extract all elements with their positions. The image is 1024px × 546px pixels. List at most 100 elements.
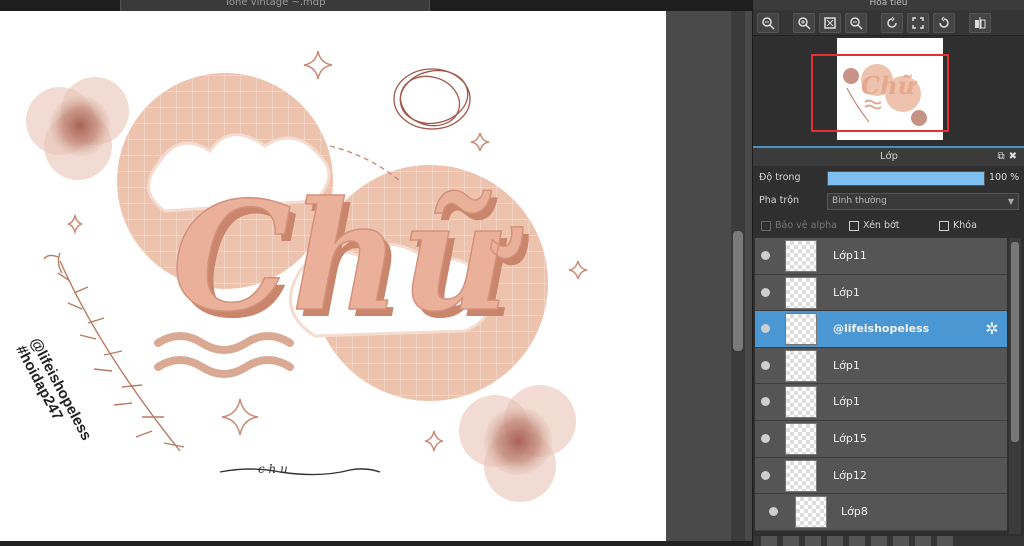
canvas-vertical-scrollbar[interactable]	[731, 11, 745, 541]
layer-row[interactable]: Lớp8	[755, 494, 1007, 531]
clear-layer-icon[interactable]	[849, 536, 865, 546]
move-layer-icon[interactable]	[915, 536, 931, 546]
visibility-eye-icon[interactable]	[761, 470, 770, 480]
layer-thumbnail	[785, 349, 817, 382]
visibility-eye-icon[interactable]	[761, 324, 770, 334]
visibility-eye-icon[interactable]	[761, 397, 770, 407]
rotate-right-button[interactable]	[933, 12, 955, 33]
layer-row[interactable]: Lớp1	[755, 347, 1007, 385]
folder-icon[interactable]	[871, 536, 887, 546]
zoom-in-icon	[798, 16, 811, 30]
signature-line	[219, 468, 381, 476]
navigator-title: Hoa tiêu	[753, 0, 1024, 10]
fern-branch	[43, 252, 185, 452]
layer-name: Lớp15	[833, 431, 867, 445]
scribble-circle	[393, 68, 471, 130]
close-icon[interactable]: ✖	[1009, 151, 1021, 162]
canvas-area: Tone vintage ~.mdp @lifeishopeless #hoid…	[0, 0, 752, 546]
gear-icon[interactable]: ✲	[983, 320, 1001, 338]
layer-settings-icon[interactable]	[893, 536, 909, 546]
navigator-preview[interactable]: Chữ	[753, 36, 1024, 142]
layer-options-row: Bảo vệ alpha Xén bớt Khóa	[753, 216, 1024, 236]
merge-down-icon[interactable]	[827, 536, 843, 546]
zoom-in-button[interactable]	[793, 12, 815, 33]
layer-row[interactable]: Lớp15	[755, 420, 1007, 458]
rotate-right-icon	[939, 16, 949, 28]
visibility-eye-icon[interactable]	[761, 251, 770, 260]
blend-mode-select[interactable]: Bình thường ▼	[827, 193, 1019, 210]
zoom-fit-icon	[762, 16, 775, 30]
layer-row-selected[interactable]: @lifeishopeless ✲	[755, 311, 1007, 348]
opacity-slider[interactable]	[827, 171, 985, 186]
checkbox-box	[849, 220, 859, 231]
layer-name: Lớp1	[833, 285, 860, 299]
layer-bottom-toolbar	[753, 536, 1024, 546]
duplicate-layer-icon[interactable]	[805, 536, 821, 546]
layer-thumbnail	[785, 276, 817, 309]
layer-thumbnail	[785, 459, 817, 492]
signature-text: c h u	[258, 462, 288, 476]
fit-window-icon	[824, 16, 836, 29]
layer-row[interactable]: Lớp1	[755, 274, 1007, 312]
undock-icon[interactable]: ⧉	[997, 151, 1008, 162]
layer-thumbnail	[785, 386, 817, 419]
opacity-value: 100 %	[989, 172, 1020, 183]
layer-thumbnail	[785, 313, 817, 346]
visibility-eye-icon[interactable]	[761, 287, 770, 297]
rotate-left-button[interactable]	[881, 12, 903, 33]
fullscreen-icon	[912, 16, 924, 29]
blend-mode-value: Bình thường	[832, 196, 887, 206]
bloom-bottom-right	[459, 385, 576, 502]
app-window: Tone vintage ~.mdp @lifeishopeless #hoid…	[0, 0, 1024, 546]
zoom-out-button[interactable]	[845, 12, 867, 33]
layer-name: Lớp11	[833, 249, 867, 262]
artwork-svg: @lifeishopeless #hoidap247 Chữ Chữ c h u	[12, 50, 588, 502]
fit-window-button[interactable]	[819, 12, 841, 33]
visibility-eye-icon[interactable]	[769, 507, 778, 517]
layer-row[interactable]: Lớp12	[755, 457, 1007, 495]
layer-list-scrollbar[interactable]	[1009, 238, 1021, 534]
right-panel: Hoa tiêu Chữ Lớp ⧉✖ Độ trong 100 % Pha t…	[752, 0, 1024, 546]
blend-row: Pha trộn Bình thường ▼	[753, 191, 1024, 213]
lock-label: Khóa	[953, 220, 977, 231]
opacity-row: Độ trong 100 %	[753, 168, 1024, 190]
lock-checkbox[interactable]: Khóa	[939, 220, 977, 231]
fullscreen-button[interactable]	[907, 12, 929, 33]
layer-list-scroll-thumb[interactable]	[1011, 242, 1019, 442]
delete-layer-icon[interactable]	[937, 536, 953, 546]
clipping-checkbox[interactable]: Xén bớt	[849, 220, 900, 231]
visibility-eye-icon[interactable]	[761, 360, 770, 370]
layer-thumbnail	[785, 422, 817, 455]
layer-panel-header: Lớp ⧉✖	[753, 146, 1024, 166]
new-layer-icon[interactable]	[761, 536, 777, 546]
artboard[interactable]: @lifeishopeless #hoidap247 Chữ Chữ c h u	[0, 11, 666, 541]
layer-name: @lifeishopeless	[833, 322, 930, 336]
flip-icon	[975, 16, 986, 29]
layer-list: Lớp11 Lớp1 @lifeishopeless ✲ Lớp1 Lớp1 L…	[755, 238, 1007, 534]
layer-row[interactable]: Lớp1	[755, 384, 1007, 421]
new-folder-icon[interactable]	[783, 536, 799, 546]
navigator-view-frame[interactable]	[811, 54, 949, 132]
layer-thumbnail	[795, 496, 827, 529]
canvas-horizontal-scrollbar[interactable]	[0, 541, 752, 546]
checkbox-box	[761, 220, 771, 231]
chevron-down-icon: ▼	[1007, 197, 1014, 206]
layer-name: Lớp12	[833, 468, 867, 482]
visibility-eye-icon[interactable]	[761, 433, 770, 443]
layer-row[interactable]: Lớp11	[755, 238, 1007, 275]
bloom-top-left	[26, 77, 129, 180]
layer-panel-window-controls: ⧉✖	[997, 148, 1021, 166]
canvas-vertical-scroll-thumb[interactable]	[733, 231, 743, 351]
layer-name: Lớp1	[833, 395, 860, 409]
document-tabbar: Tone vintage ~.mdp	[0, 0, 752, 11]
document-tab[interactable]: Tone vintage ~.mdp	[120, 0, 430, 11]
flip-button[interactable]	[969, 12, 991, 33]
layer-thumbnail	[785, 240, 817, 272]
layer-name: Lớp1	[833, 358, 860, 372]
credit-text: @lifeishopeless #hoidap247	[12, 335, 95, 443]
rotate-left-icon	[887, 16, 897, 28]
blend-label: Pha trộn	[759, 195, 800, 206]
zoom-fit-button[interactable]	[757, 12, 779, 33]
protect-alpha-checkbox[interactable]: Bảo vệ alpha	[761, 220, 837, 231]
zoom-out-icon	[850, 16, 863, 30]
